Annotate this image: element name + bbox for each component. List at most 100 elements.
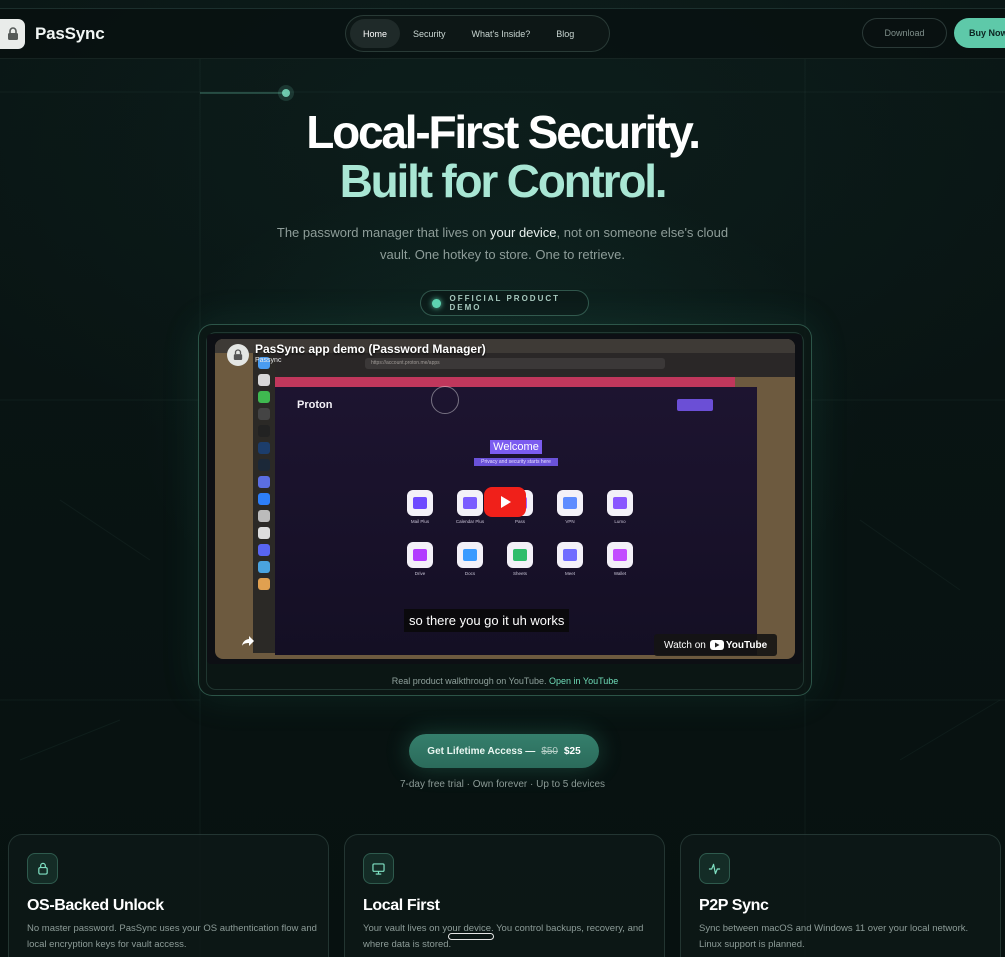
- welcome-title: Welcome: [490, 440, 542, 454]
- watch-on-youtube[interactable]: Watch on YouTube: [654, 634, 778, 656]
- proton-app-tile: Lumo: [595, 490, 645, 524]
- demo-badge: OFFICIAL PRODUCT DEMO: [420, 290, 589, 316]
- proton-app-glyph: [513, 549, 527, 561]
- youtube-play-icon: [709, 640, 724, 650]
- browser-toolbar: https://account.proton.me/apps: [275, 353, 795, 377]
- dock-app-icon: [258, 408, 270, 420]
- hero-subtitle-highlight: your device: [490, 225, 557, 240]
- nav-whats-inside[interactable]: What's Inside?: [459, 19, 544, 48]
- open-in-youtube-link[interactable]: Open in YouTube: [549, 676, 618, 686]
- youtube-embed[interactable]: https://account.proton.me/apps Proton We…: [207, 334, 802, 664]
- monitor-icon: [363, 853, 394, 884]
- play-icon: [501, 496, 511, 508]
- video-channel[interactable]: Passync: [255, 357, 281, 364]
- brand-logo: [0, 19, 25, 49]
- proton-app-glyph: [463, 497, 477, 509]
- feature-title: OS-Backed Unlock: [27, 897, 164, 914]
- welcome-block: Welcome Privacy and security starts here: [275, 437, 757, 466]
- feature-description: Sync between macOS and Windows 11 over y…: [699, 923, 969, 950]
- dock-app-icon: [258, 391, 270, 403]
- video-subtitle-caption: so there you go it uh works: [404, 609, 570, 632]
- watch-on-label: Watch on: [664, 639, 706, 651]
- video-footer: Real product walkthrough on YouTube. Ope…: [206, 676, 804, 686]
- download-button[interactable]: Download: [862, 18, 947, 48]
- nav-security[interactable]: Security: [400, 19, 459, 48]
- channel-avatar[interactable]: [227, 344, 249, 366]
- main-nav: Home Security What's Inside? Blog: [345, 15, 610, 52]
- dock-app-icon: [258, 527, 270, 539]
- dock-app-icon: [258, 578, 270, 590]
- proton-app-glyph: [563, 549, 577, 561]
- activity-icon: [699, 853, 730, 884]
- feature-description: No master password. PasSync uses your OS…: [27, 923, 317, 950]
- proton-app-tile: Sheets: [495, 542, 545, 576]
- buy-now-button[interactable]: Buy Now: [954, 18, 1005, 48]
- proton-app-tile: Meet: [545, 542, 595, 576]
- dock-app-icon: [258, 544, 270, 556]
- proton-app-icon: [407, 490, 433, 516]
- feature-title: Local First: [363, 897, 440, 914]
- dock-app-icon: [258, 493, 270, 505]
- loading-spinner-icon: [431, 386, 459, 414]
- proton-app-glyph: [613, 549, 627, 561]
- proton-app-label: Calendar Plus: [455, 519, 485, 524]
- proton-app-tile: Mail Plus: [395, 490, 445, 524]
- dock-app-icon: [258, 425, 270, 437]
- dock-app-icon: [258, 442, 270, 454]
- proton-logo: Proton: [297, 399, 333, 411]
- proton-app-glyph: [413, 549, 427, 561]
- demo-badge-label: OFFICIAL PRODUCT DEMO: [449, 294, 561, 312]
- proton-app-label: VPN: [565, 519, 575, 524]
- proton-app-glyph: [613, 497, 627, 509]
- video-title[interactable]: PasSync app demo (Password Manager): [255, 342, 486, 356]
- proton-app-glyph: [563, 497, 577, 509]
- dock-app-icon: [258, 374, 270, 386]
- status-dot: [432, 298, 441, 308]
- proton-app-label: Wallet: [613, 571, 627, 576]
- feature-card-os-unlock: OS-Backed Unlock No master password. Pas…: [8, 834, 329, 957]
- text-cursor-highlight: [448, 933, 494, 940]
- feature-card-p2p-sync: P2P Sync Sync between macOS and Windows …: [680, 834, 1001, 957]
- hero-title-line-2: Built for Control.: [339, 155, 668, 207]
- brand[interactable]: PasSync: [0, 19, 105, 49]
- proton-app-tile: Drive: [395, 542, 445, 576]
- nav-home[interactable]: Home: [350, 19, 401, 48]
- proton-user-badge: [677, 399, 713, 411]
- dock-app-icon: [258, 476, 270, 488]
- nav-blog[interactable]: Blog: [543, 19, 587, 48]
- share-icon[interactable]: [241, 634, 255, 652]
- dock-app-icon: [258, 459, 270, 471]
- proton-app-tile: VPN: [545, 490, 595, 524]
- site-header: PasSync Home Security What's Inside? Blo…: [0, 9, 1005, 59]
- play-button[interactable]: [484, 487, 526, 517]
- proton-app-tile: Wallet: [595, 542, 645, 576]
- proton-app-icon: [507, 542, 533, 568]
- proton-app-icon: [457, 542, 483, 568]
- youtube-wordmark: YouTube: [725, 639, 768, 651]
- feature-card-local-first: Local First Your vault lives on your dev…: [344, 834, 665, 957]
- hero-title-line-1: Local-First Security.: [306, 106, 701, 158]
- proton-app-glyph: [463, 549, 477, 561]
- mac-dock: [253, 353, 275, 653]
- proton-app-label: Drive: [414, 571, 426, 576]
- bookmarks-bar: [275, 377, 735, 387]
- proton-app-label: Lumo: [614, 519, 626, 524]
- hero-subtitle: The password manager that lives on your …: [270, 222, 735, 266]
- feature-title: P2P Sync: [699, 897, 769, 914]
- brand-name: PasSync: [35, 24, 105, 43]
- browser-url: https://account.proton.me/apps: [365, 358, 665, 369]
- cta-subtext: 7-day free trial · Own forever · Up to 5…: [399, 779, 606, 790]
- proton-app-label: Mail Plus: [410, 519, 430, 524]
- youtube-logo: YouTube: [709, 639, 768, 651]
- video-footer-text: Real product walkthrough on YouTube.: [391, 676, 547, 686]
- proton-app-glyph: [413, 497, 427, 509]
- welcome-subtitle: Privacy and security starts here: [474, 458, 558, 466]
- proton-app-icon: [557, 542, 583, 568]
- proton-app-tile: Docs: [445, 542, 495, 576]
- cta-label: Get Lifetime Access —: [427, 745, 536, 757]
- proton-app-icon: [607, 490, 633, 516]
- proton-app-icon: [457, 490, 483, 516]
- proton-app-icon: [607, 542, 633, 568]
- lifetime-access-button[interactable]: Get Lifetime Access — $50 $25: [409, 734, 599, 768]
- lock-icon: [7, 27, 18, 40]
